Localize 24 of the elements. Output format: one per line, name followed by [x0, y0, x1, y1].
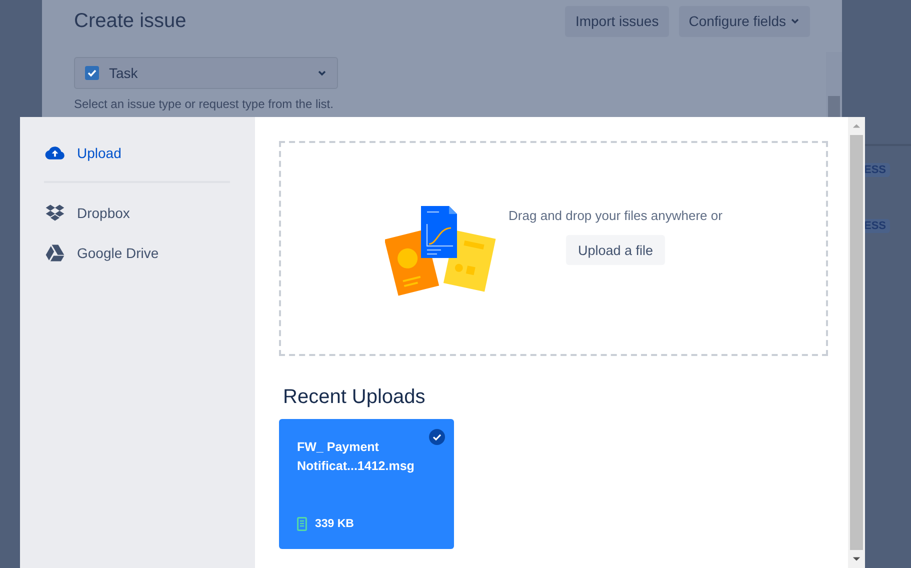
document-icon: [297, 517, 307, 531]
select-value: Task: [109, 65, 139, 81]
file-name: FW_ Payment Notificat...1412.msg: [297, 439, 416, 475]
section-heading: Recent Uploads: [283, 386, 426, 409]
sidebar-item[interactable]: Upload: [44, 141, 230, 165]
header-button[interactable]: Configure fields: [678, 6, 810, 36]
dialog-title: Create issue: [74, 10, 186, 32]
drop-zone[interactable]: Drag and drop your files anywhere or Upload a file: [279, 141, 828, 356]
upload-button[interactable]: Upload a file: [566, 235, 666, 265]
type-select[interactable]: Task: [74, 57, 338, 89]
scrollbar[interactable]: [848, 117, 865, 568]
header-button[interactable]: Import issues: [565, 6, 669, 36]
sidebar-item[interactable]: Google Drive: [44, 241, 230, 265]
scrollbar[interactable]: [826, 52, 842, 117]
sidebar-item[interactable]: Dropbox: [44, 201, 230, 225]
chevron-icon: [790, 16, 800, 26]
file-card[interactable]: FW_ Payment Notificat...1412.msg 339 KB: [279, 419, 454, 549]
help-text: Select an issue type or request type from the list.: [74, 97, 334, 111]
drive-icon: [44, 242, 66, 264]
chevron-icon: [317, 68, 327, 78]
file-size: 339 KB: [315, 518, 354, 530]
drop-prompt: Drag and drop your files anywhere or: [508, 208, 722, 223]
scroll-up-icon[interactable]: [852, 123, 861, 129]
scroll-down-icon[interactable]: [852, 556, 861, 562]
